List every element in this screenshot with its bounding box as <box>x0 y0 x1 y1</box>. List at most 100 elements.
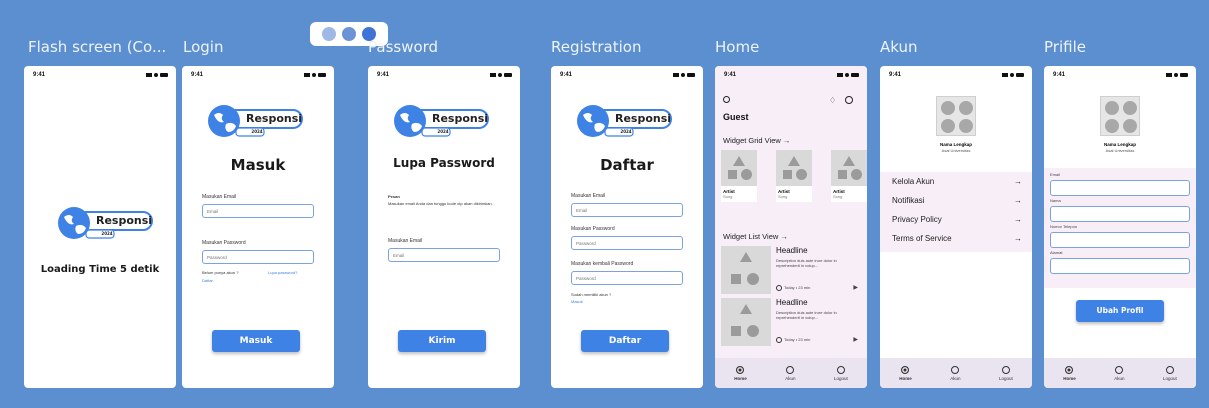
signal-icon <box>837 73 859 77</box>
screen-registration: 9:41 Responsi 2024 Daftar Masukan Email … <box>551 66 703 388</box>
arrow-right-icon: → <box>1014 177 1022 186</box>
nav-akun[interactable]: Akun <box>1114 365 1125 381</box>
nav-label: Home <box>1063 375 1076 381</box>
status-bar: 9:41 <box>1044 72 1196 82</box>
login-button[interactable]: Masuk <box>212 330 300 352</box>
confirm-password-label: Masukan kembali Password <box>571 261 634 267</box>
bottom-nav: Home Akun Logout <box>880 358 1032 388</box>
status-time: 9:41 <box>191 72 204 78</box>
card-subtitle: Song <box>723 194 733 199</box>
image-placeholder-icon <box>776 150 812 186</box>
nav-home[interactable]: Home <box>734 365 747 381</box>
page-title: Lupa Password <box>393 156 495 170</box>
info-text: Masukan email Anda dan tunggu kode otp a… <box>388 201 493 206</box>
register-link[interactable]: Daftar <box>202 278 213 283</box>
screen-flash: 9:41 Responsi 2024 Loading Time 5 detik <box>24 66 176 388</box>
list-description: Description duis aute irure dolor in rep… <box>776 310 837 320</box>
list-item[interactable]: Headline Description duis aute irure dol… <box>721 246 861 294</box>
list-item[interactable]: Headline Description duis aute irure dol… <box>721 298 861 346</box>
image-placeholder-icon <box>721 150 757 186</box>
status-time: 9:41 <box>724 72 737 78</box>
screen-akun: 9:41 Nama Lengkap Asal Universitas Kelol… <box>880 66 1032 388</box>
update-profile-button[interactable]: Ubah Profil <box>1076 300 1164 322</box>
signal-icon <box>673 73 695 77</box>
password-input[interactable] <box>202 250 314 264</box>
responsi-logo: Responsi 2024 <box>575 104 675 140</box>
list-headline: Headline <box>776 246 808 255</box>
image-placeholder-icon <box>831 150 867 186</box>
loading-text: Loading Time 5 detik <box>40 264 160 275</box>
name-input[interactable] <box>1050 206 1190 222</box>
confirm-password-input[interactable] <box>571 271 683 285</box>
address-input[interactable] <box>1050 258 1190 274</box>
signal-icon <box>1166 73 1188 77</box>
user-name: Nama Lengkap <box>1103 142 1136 147</box>
control-dot-1[interactable] <box>322 27 336 41</box>
email-label: Email <box>1050 172 1061 177</box>
avatar[interactable] <box>1100 96 1140 136</box>
email-input[interactable] <box>202 204 314 218</box>
screen-login: 9:41 Responsi 2024 Masuk Masukan Email M… <box>182 66 334 388</box>
nav-logout[interactable]: Logout <box>999 365 1013 381</box>
list-meta: Today • 23 min ▶ <box>776 336 858 343</box>
user-name: Nama Lengkap <box>939 142 972 147</box>
nav-akun[interactable]: Akun <box>950 365 961 381</box>
grid-card[interactable]: Artist Song <box>776 150 812 202</box>
email-input[interactable] <box>388 248 500 262</box>
nav-label: Home <box>899 375 912 381</box>
email-label: Masukan Email <box>571 193 606 199</box>
status-time: 9:41 <box>560 72 573 78</box>
menu-label: Terms of Service <box>892 234 952 243</box>
play-icon[interactable]: ▶ <box>853 336 858 343</box>
avatar[interactable] <box>936 96 976 136</box>
register-button[interactable]: Daftar <box>581 330 669 352</box>
nav-logout[interactable]: Logout <box>1163 365 1177 381</box>
nav-home[interactable]: Home <box>899 365 912 381</box>
status-bar: 9:41 <box>182 72 334 82</box>
email-input[interactable] <box>1050 180 1190 196</box>
grid-section-title[interactable]: Widget Grid View → <box>723 136 790 145</box>
settings-icon[interactable] <box>845 96 853 104</box>
logout-icon <box>836 365 845 374</box>
arrow-right-icon: → <box>780 232 788 241</box>
bottom-nav: Home Akun Logout <box>1044 358 1196 388</box>
password-input[interactable] <box>571 236 683 250</box>
card-subtitle: Song <box>833 194 843 199</box>
grid-card[interactable]: Artist Song <box>721 150 757 202</box>
menu-item-terms[interactable]: Terms of Service → <box>892 234 1022 243</box>
frame-label-login: Login <box>183 38 224 56</box>
page-title: Daftar <box>600 156 654 174</box>
forgot-password-link[interactable]: Lupa password? <box>268 270 297 275</box>
phone-input[interactable] <box>1050 232 1190 248</box>
list-section-title[interactable]: Widget List View → <box>723 232 788 241</box>
frame-label-password: Password <box>368 38 439 56</box>
status-time: 9:41 <box>377 72 390 78</box>
nav-home[interactable]: Home <box>1063 365 1076 381</box>
control-dot-2[interactable] <box>342 27 356 41</box>
account-icon <box>1115 365 1124 374</box>
grid-card[interactable]: Artist Song <box>831 150 867 202</box>
clock-icon <box>776 284 782 291</box>
email-input[interactable] <box>571 203 683 217</box>
menu-item-kelola-akun[interactable]: Kelola Akun → <box>892 177 1022 186</box>
profile-icon[interactable] <box>723 96 730 103</box>
clock-icon <box>776 336 782 343</box>
image-placeholder-icon <box>721 298 771 346</box>
menu-label: Privacy Policy <box>892 215 942 224</box>
home-icon <box>901 365 910 374</box>
password-label: Masukan Password <box>202 240 246 246</box>
send-button[interactable]: Kirim <box>398 330 486 352</box>
bell-icon[interactable]: ♢ <box>829 96 836 105</box>
frame-label-profile: Prifile <box>1044 38 1086 56</box>
email-label: Masukan Email <box>202 194 237 200</box>
list-description: Description duis aute irure dolor in rep… <box>776 258 837 268</box>
menu-item-notifikasi[interactable]: Notifikasi → <box>892 196 1022 205</box>
menu-item-privacy[interactable]: Privacy Policy → <box>892 215 1022 224</box>
logo-name: Responsi <box>615 112 672 125</box>
address-label: Alamat <box>1050 250 1063 255</box>
status-bar: 9:41 <box>880 72 1032 82</box>
nav-akun[interactable]: Akun <box>785 365 796 381</box>
nav-logout[interactable]: Logout <box>834 365 848 381</box>
play-icon[interactable]: ▶ <box>853 284 858 291</box>
login-link[interactable]: Masuk <box>571 299 583 304</box>
